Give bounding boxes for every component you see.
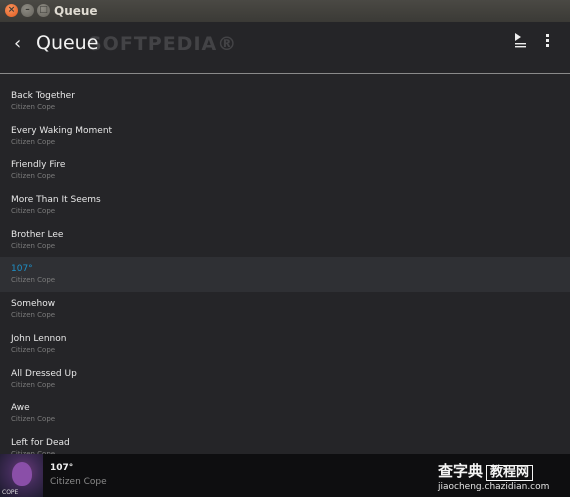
window-close-button[interactable]: × bbox=[5, 4, 18, 17]
queue-item-title: Awe bbox=[11, 403, 30, 414]
queue-header: ‹ Queue SOFTPEDIA® bbox=[0, 22, 570, 74]
queue-item-title: Somehow bbox=[11, 299, 56, 310]
play-queue-icon[interactable] bbox=[512, 32, 528, 48]
queue-item-artist: Citizen Cope bbox=[11, 380, 56, 389]
queue-item-artist: Citizen Cope bbox=[11, 241, 56, 250]
queue-item[interactable]: 107° Citizen Cope bbox=[0, 257, 570, 293]
site-watermark-box: 教程网 bbox=[486, 465, 534, 481]
album-art[interactable]: COPE bbox=[0, 454, 43, 497]
queue-item-artist: Citizen Cope bbox=[11, 172, 56, 181]
site-watermark-url: jiaocheng.chazidian.com bbox=[438, 482, 550, 492]
queue-item-artist: Citizen Cope bbox=[11, 103, 56, 111]
queue-item[interactable]: Every Waking Moment Citizen Cope bbox=[0, 119, 570, 154]
header-divider bbox=[0, 73, 570, 74]
queue-item-artist: Citizen Cope bbox=[11, 311, 56, 320]
window-minimize-button[interactable]: – bbox=[21, 4, 34, 17]
now-playing-bar[interactable]: COPE 107° Citizen Cope 查字典 教程网 jiaocheng.… bbox=[0, 454, 570, 497]
queue-item[interactable]: Brother Lee Citizen Cope bbox=[0, 223, 570, 258]
site-watermark-text: 查字典 bbox=[438, 462, 484, 480]
window-maximize-button[interactable]: □ bbox=[37, 4, 50, 17]
queue-item[interactable]: John Lennon Citizen Cope bbox=[0, 327, 570, 362]
now-playing-title: 107° bbox=[50, 463, 74, 473]
window-title: Queue bbox=[54, 4, 98, 18]
queue-item-title: Brother Lee bbox=[11, 229, 64, 240]
album-art-label: COPE bbox=[2, 489, 19, 496]
queue-item-title: John Lennon bbox=[11, 333, 67, 344]
queue-item[interactable]: Somehow Citizen Cope bbox=[0, 292, 570, 327]
back-button[interactable]: ‹ bbox=[14, 33, 21, 55]
queue-item-title: More Than It Seems bbox=[11, 195, 101, 206]
now-playing-artist: Citizen Cope bbox=[50, 477, 107, 487]
queue-item-title: Friendly Fire bbox=[11, 160, 66, 171]
queue-item-artist: Citizen Cope bbox=[11, 207, 56, 216]
queue-item-artist: Citizen Cope bbox=[11, 345, 56, 354]
queue-item-title: Back Together bbox=[11, 91, 75, 101]
queue-item[interactable]: Friendly Fire Citizen Cope bbox=[0, 153, 570, 188]
softpedia-watermark: SOFTPEDIA® bbox=[88, 33, 238, 55]
queue-item[interactable]: More Than It Seems Citizen Cope bbox=[0, 188, 570, 223]
queue-item[interactable]: Awe Citizen Cope bbox=[0, 396, 570, 431]
queue-item[interactable]: All Dressed Up Citizen Cope bbox=[0, 362, 570, 397]
queue-item-title: Every Waking Moment bbox=[11, 125, 113, 136]
queue-item-title: 107° bbox=[11, 264, 33, 275]
more-options-icon[interactable] bbox=[545, 34, 551, 48]
window-titlebar: × – □ Queue bbox=[0, 0, 570, 23]
queue-item-artist: Citizen Cope bbox=[11, 415, 56, 424]
queue-item-artist: Citizen Cope bbox=[11, 276, 56, 285]
queue-item[interactable]: Back Together Citizen Cope bbox=[0, 84, 570, 119]
queue-list: Back Together Citizen Cope Every Waking Mo… bbox=[0, 84, 570, 466]
site-watermark: 查字典 教程网 bbox=[438, 462, 534, 481]
queue-item-title: Left for Dead bbox=[11, 437, 70, 448]
queue-item-title: All Dressed Up bbox=[11, 368, 77, 379]
queue-item-artist: Citizen Cope bbox=[11, 137, 56, 146]
